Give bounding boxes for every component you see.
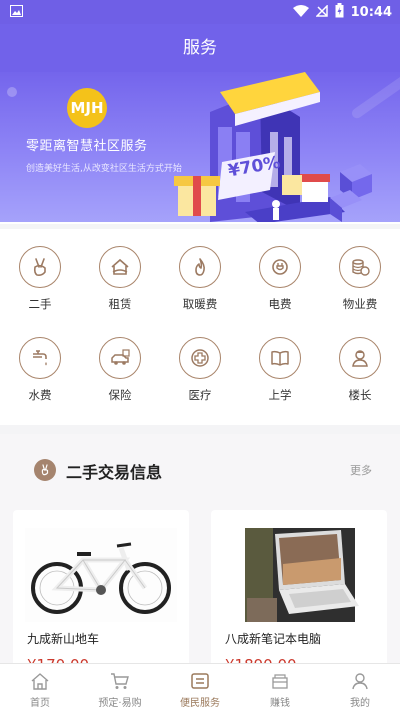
service-label: 取暖费 (182, 297, 218, 311)
service-label: 医疗 (188, 388, 212, 402)
tab-booking-shopping[interactable]: 预定·易购 (80, 664, 160, 711)
banner-title: 零距离智慧社区服务 (26, 139, 148, 154)
more-link[interactable]: 更多 (350, 462, 372, 478)
service-item-insurance[interactable]: 保险 (85, 337, 155, 403)
tab-label: 首页 (30, 698, 50, 709)
secondhand-section: 二手交易信息 更多 九成新山地车 ¥170.00 (0, 434, 400, 680)
service-item-heating-fee[interactable]: 取暖费 (165, 246, 235, 312)
medical-cross-icon (179, 337, 221, 379)
bottom-tab-bar: 首页 预定·易购 便民服务 赚钱 我的 (0, 663, 400, 711)
cart-icon (109, 671, 131, 691)
peace-hand-icon (34, 459, 56, 481)
section-header: 二手交易信息 更多 (0, 434, 400, 504)
tab-convenience-services[interactable]: 便民服务 (160, 664, 240, 711)
house-icon (99, 246, 141, 288)
person-icon (339, 337, 381, 379)
service-label: 二手 (28, 297, 52, 311)
product-name: 八成新笔记本电脑 (225, 632, 322, 646)
clock: 10:44 (350, 5, 392, 20)
laptop-icon (245, 528, 359, 622)
no-signal-icon (314, 3, 328, 21)
money-icon (269, 671, 291, 691)
service-label: 电费 (268, 297, 292, 311)
product-card[interactable]: 八成新笔记本电脑 ¥1890.00 (211, 510, 387, 680)
faucet-icon (19, 337, 61, 379)
service-item-rental[interactable]: 租赁 (85, 246, 155, 312)
book-icon (259, 337, 301, 379)
home-icon (29, 671, 51, 691)
service-item-property-fee[interactable]: 物业费 (325, 246, 395, 312)
service-label: 保险 (108, 388, 132, 402)
tab-label: 我的 (350, 698, 370, 709)
user-icon (349, 671, 371, 691)
coins-icon (339, 246, 381, 288)
service-item-secondhand[interactable]: 二手 (5, 246, 75, 312)
community-logo: MJH (67, 88, 107, 128)
service-item-school[interactable]: 上学 (245, 337, 315, 403)
battery-icon (335, 3, 344, 22)
image-notification-icon (10, 5, 23, 21)
tab-home[interactable]: 首页 (0, 664, 80, 711)
service-label: 水费 (28, 388, 52, 402)
product-card[interactable]: 九成新山地车 ¥170.00 (13, 510, 189, 680)
service-item-medical[interactable]: 医疗 (165, 337, 235, 403)
service-label: 上学 (268, 388, 292, 402)
tab-earn-money[interactable]: 赚钱 (240, 664, 320, 711)
tab-label: 赚钱 (270, 698, 290, 709)
service-label: 楼长 (348, 388, 372, 402)
tab-label: 预定·易购 (98, 698, 142, 709)
car-icon (99, 337, 141, 379)
service-label: 租赁 (108, 297, 132, 311)
tab-mine[interactable]: 我的 (320, 664, 400, 711)
wifi-icon (292, 4, 309, 21)
service-icon (189, 671, 211, 691)
service-grid: 二手 租赁 取暖费 电费 物业费 水费 保险 医疗 上学 楼长 (0, 229, 400, 425)
banner[interactable]: MJH 零距离智慧社区服务 创造美好生活,从改变社区生活方式开始 ¥70% (0, 72, 400, 224)
bicycle-icon (25, 528, 177, 622)
status-bar: 10:44 (0, 0, 400, 24)
product-name: 九成新山地车 (27, 632, 100, 646)
peace-hand-icon (19, 246, 61, 288)
banner-subtitle: 创造美好生活,从改变社区生活方式开始 (26, 164, 182, 174)
section-title: 二手交易信息 (66, 463, 163, 482)
service-item-building-manager[interactable]: 楼长 (325, 337, 395, 403)
service-label: 物业费 (342, 297, 378, 311)
page-title: 服务 (0, 24, 400, 72)
plug-icon (259, 246, 301, 288)
service-item-water-fee[interactable]: 水费 (5, 337, 75, 403)
flame-icon (179, 246, 221, 288)
tab-label: 便民服务 (180, 698, 220, 709)
service-item-electricity-fee[interactable]: 电费 (245, 246, 315, 312)
